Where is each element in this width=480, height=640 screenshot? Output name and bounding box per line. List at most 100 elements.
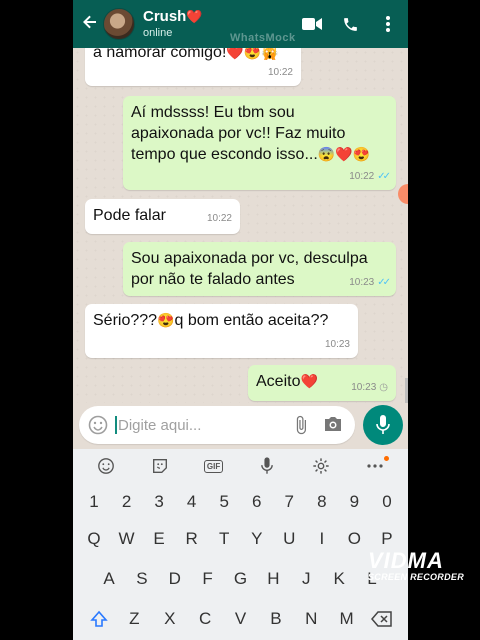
key-e[interactable]: E bbox=[143, 522, 175, 556]
keyboard-toolbar: GIF bbox=[73, 449, 408, 483]
message-text-line: Sou apaixonada por vc, desculpa bbox=[131, 250, 368, 267]
number-row: 1 2 3 4 5 6 7 8 9 0 bbox=[73, 485, 408, 519]
read-ticks-icon: ✓✓ bbox=[377, 171, 391, 182]
keyboard: GIF 1 2 3 4 5 6 7 8 9 0 Q W E R T Y U I … bbox=[73, 449, 408, 640]
key-4[interactable]: 4 bbox=[176, 485, 208, 519]
key-h[interactable]: H bbox=[257, 562, 289, 596]
more-vertical-icon[interactable] bbox=[378, 14, 398, 34]
message-emoji: ❤️ bbox=[300, 373, 318, 389]
message-time: 10:22 bbox=[206, 213, 232, 224]
key-5[interactable]: 5 bbox=[208, 485, 240, 519]
mic-button[interactable] bbox=[363, 405, 403, 445]
contact-heart-emoji: ❤️ bbox=[186, 8, 203, 24]
message-incoming[interactable]: Pode falar 10:22 bbox=[85, 199, 240, 234]
video-call-icon[interactable] bbox=[302, 14, 322, 34]
message-emoji: 😍 bbox=[157, 312, 175, 328]
backspace-key[interactable] bbox=[366, 602, 398, 636]
message-text: Aceito bbox=[256, 373, 301, 390]
message-text-line: tempo que escondo isso... bbox=[131, 146, 318, 163]
key-x[interactable]: X bbox=[154, 602, 186, 636]
key-m[interactable]: M bbox=[331, 602, 363, 636]
microphone-icon bbox=[376, 415, 390, 434]
message-text-line: apaixonada por vc!! Faz muito bbox=[131, 125, 346, 142]
key-v[interactable]: V bbox=[225, 602, 257, 636]
message-time: 10:22 bbox=[267, 67, 293, 78]
message-time: 10:23 bbox=[324, 339, 350, 350]
key-b[interactable]: B bbox=[260, 602, 292, 636]
letter-row-1: Q W E R T Y U I O P bbox=[73, 522, 408, 556]
key-y[interactable]: Y bbox=[241, 522, 273, 556]
key-k[interactable]: K bbox=[323, 562, 355, 596]
message-text-line: Aí mdssss! Eu tbm sou bbox=[131, 104, 295, 121]
emoji-keyboard-icon[interactable] bbox=[92, 454, 120, 478]
key-3[interactable]: 3 bbox=[143, 485, 175, 519]
message-outgoing[interactable]: Sou apaixonada por vc, desculpa por não … bbox=[123, 242, 396, 296]
backspace-icon bbox=[371, 611, 392, 627]
voice-input-icon[interactable] bbox=[253, 454, 281, 478]
key-t[interactable]: T bbox=[208, 522, 240, 556]
message-emoji: 😨❤️😍 bbox=[317, 146, 371, 162]
sticker-icon[interactable] bbox=[146, 454, 174, 478]
contact-name: Crush❤️ bbox=[143, 7, 203, 26]
more-horizontal-icon[interactable] bbox=[361, 454, 390, 478]
key-9[interactable]: 9 bbox=[338, 485, 370, 519]
key-6[interactable]: 6 bbox=[241, 485, 273, 519]
key-7[interactable]: 7 bbox=[273, 485, 305, 519]
message-input-field[interactable]: Digite aqui... bbox=[79, 406, 355, 444]
message-time: 10:22 ✓✓ bbox=[349, 166, 391, 187]
input-placeholder: Digite aqui... bbox=[118, 416, 202, 434]
key-d[interactable]: D bbox=[159, 562, 191, 596]
key-1[interactable]: 1 bbox=[78, 485, 110, 519]
chat-area[interactable]: a namorar comigo!❤️😍🙀 10:22 Aí mdssss! E… bbox=[73, 48, 408, 403]
message-incoming[interactable]: Sério???😍q bom então aceita?? 10:23 bbox=[85, 304, 358, 358]
chat-scrollbar[interactable] bbox=[405, 378, 408, 403]
back-arrow-icon[interactable] bbox=[79, 14, 101, 35]
contact-name-text: Crush bbox=[143, 7, 187, 25]
key-l[interactable]: L bbox=[356, 562, 388, 596]
camera-icon[interactable] bbox=[323, 415, 343, 438]
contact-avatar[interactable] bbox=[103, 8, 135, 40]
message-outgoing[interactable]: Aceito❤️ 10:23 ◷ bbox=[248, 365, 396, 401]
floating-indicator bbox=[398, 184, 408, 204]
settings-gear-icon[interactable] bbox=[307, 454, 335, 478]
phone-screen: Crush❤️ online WhatsMock a namorar comig… bbox=[73, 0, 408, 640]
voice-call-icon[interactable] bbox=[340, 14, 360, 34]
key-g[interactable]: G bbox=[225, 562, 257, 596]
message-time: 10:23 ✓✓ bbox=[349, 272, 391, 293]
key-a[interactable]: A bbox=[93, 562, 125, 596]
message-outgoing[interactable]: Aí mdssss! Eu tbm sou apaixonada por vc!… bbox=[123, 96, 396, 190]
header-actions bbox=[302, 14, 398, 34]
key-f[interactable]: F bbox=[192, 562, 224, 596]
message-time: 10:23 ◷ bbox=[351, 377, 388, 398]
key-n[interactable]: N bbox=[295, 602, 327, 636]
message-emoji: ❤️😍🙀 bbox=[226, 48, 279, 60]
key-8[interactable]: 8 bbox=[306, 485, 338, 519]
key-s[interactable]: S bbox=[126, 562, 158, 596]
key-c[interactable]: C bbox=[189, 602, 221, 636]
notification-dot bbox=[384, 456, 390, 461]
emoji-icon[interactable] bbox=[87, 414, 109, 436]
key-z[interactable]: Z bbox=[118, 602, 150, 636]
app-watermark: WhatsMock bbox=[230, 32, 296, 44]
message-text: q bom então aceita?? bbox=[174, 312, 329, 329]
key-2[interactable]: 2 bbox=[111, 485, 143, 519]
text-cursor bbox=[115, 416, 117, 434]
message-text: Pode falar bbox=[93, 207, 166, 224]
key-p[interactable]: P bbox=[371, 522, 403, 556]
message-incoming[interactable]: a namorar comigo!❤️😍🙀 10:22 bbox=[85, 48, 301, 86]
contact-status: online bbox=[143, 27, 173, 40]
shift-key[interactable] bbox=[83, 602, 115, 636]
key-u[interactable]: U bbox=[273, 522, 305, 556]
key-i[interactable]: I bbox=[306, 522, 338, 556]
pending-tick-icon: ◷ bbox=[379, 382, 388, 393]
contact-info[interactable]: Crush❤️ online bbox=[143, 7, 203, 40]
gif-icon[interactable]: GIF bbox=[200, 454, 228, 478]
paperclip-icon[interactable] bbox=[291, 415, 311, 440]
key-o[interactable]: O bbox=[338, 522, 370, 556]
key-q[interactable]: Q bbox=[78, 522, 110, 556]
key-j[interactable]: J bbox=[290, 562, 322, 596]
key-r[interactable]: R bbox=[176, 522, 208, 556]
shift-icon bbox=[90, 610, 108, 627]
key-w[interactable]: W bbox=[111, 522, 143, 556]
key-0[interactable]: 0 bbox=[371, 485, 403, 519]
